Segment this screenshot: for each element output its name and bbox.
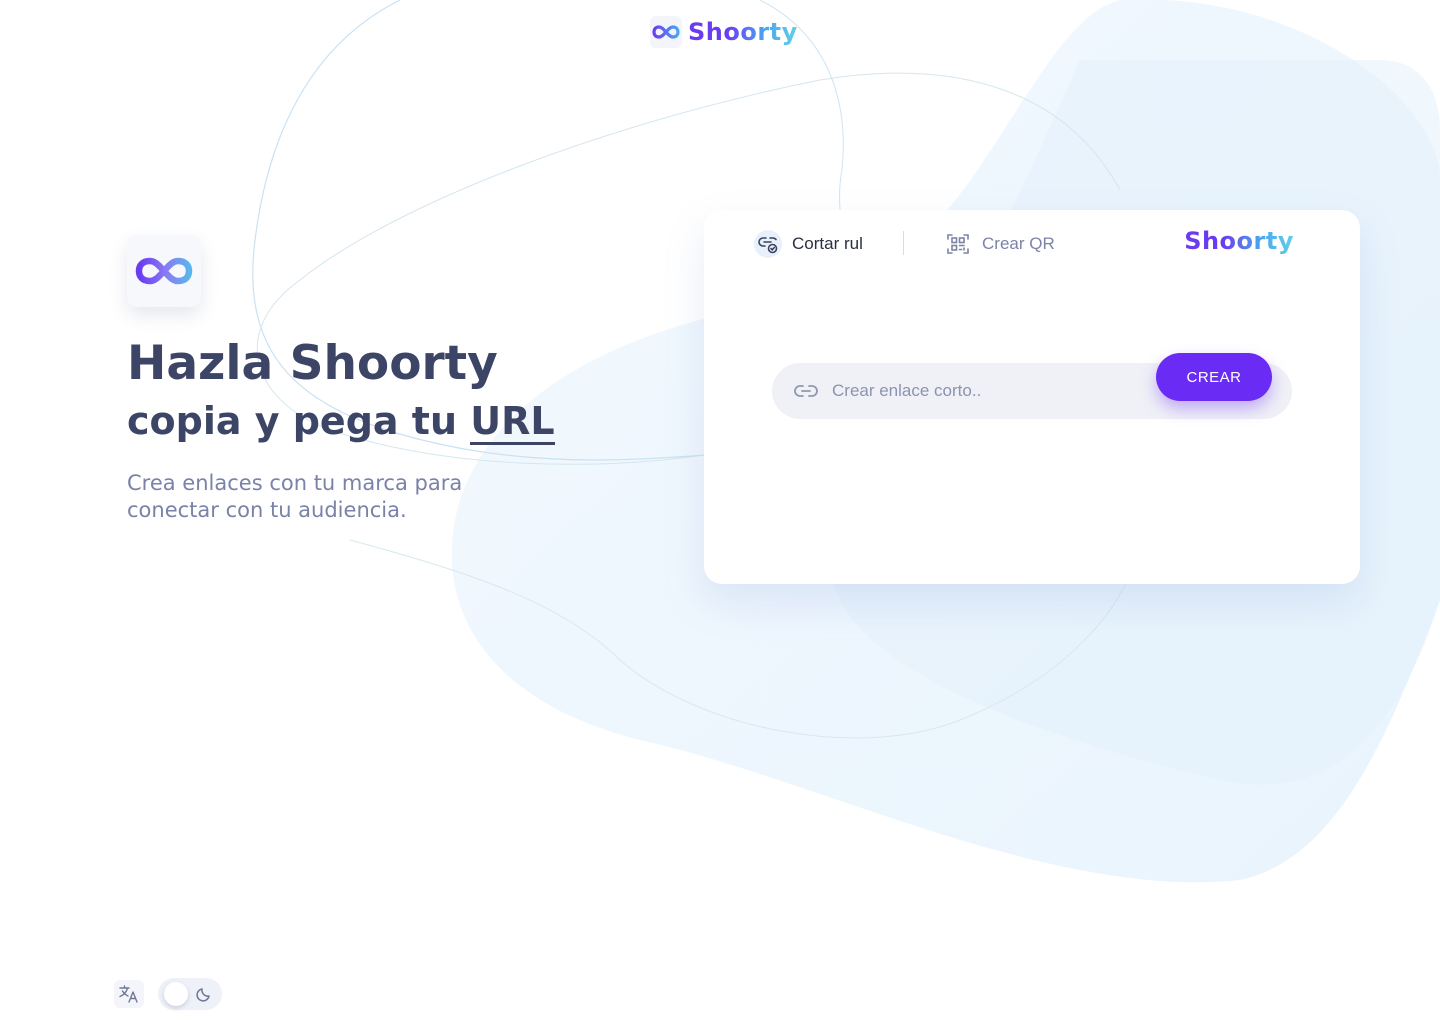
brand-name: Shoorty [688,18,798,46]
hero-description: Crea enlaces con tu marca para conectar … [127,471,463,522]
hero-subtitle-prefix: copia y pega tu [127,399,457,443]
tab-crear-qr-label: Crear QR [982,234,1055,253]
card-brand-name: Shoorty [1184,227,1294,255]
tab-crear-qr[interactable]: Crear QR [944,230,1055,258]
shortener-card: Cortar rul Crear QR Shoorty CREAR [704,210,1360,584]
theme-toggle[interactable] [158,978,222,1010]
qr-scan-icon [944,230,972,258]
link-icon [794,380,818,407]
moon-icon [196,988,210,1002]
url-input[interactable] [832,363,1142,419]
app-icon [127,235,201,307]
hero-subtitle: copia y pega tu URL [127,396,555,446]
tab-divider [903,231,904,255]
language-button[interactable] [114,980,144,1008]
hero-subtitle-emphasis: URL [470,399,555,445]
infinity-logo-icon [135,257,193,285]
infinity-logo-icon [650,16,682,48]
header-logo[interactable]: Shoorty [650,16,798,48]
translate-icon [119,985,138,1003]
shorten-input-row: CREAR [772,353,1292,419]
tab-cortar-url-label: Cortar rul [792,234,863,253]
hero-title: Hazla Shoorty [127,336,498,391]
tab-cortar-url[interactable]: Cortar rul [754,230,863,258]
card-brand-logo: Shoorty [1184,226,1294,256]
link-shorten-icon [754,230,782,258]
toggle-knob [164,982,188,1006]
create-button[interactable]: CREAR [1156,353,1272,401]
